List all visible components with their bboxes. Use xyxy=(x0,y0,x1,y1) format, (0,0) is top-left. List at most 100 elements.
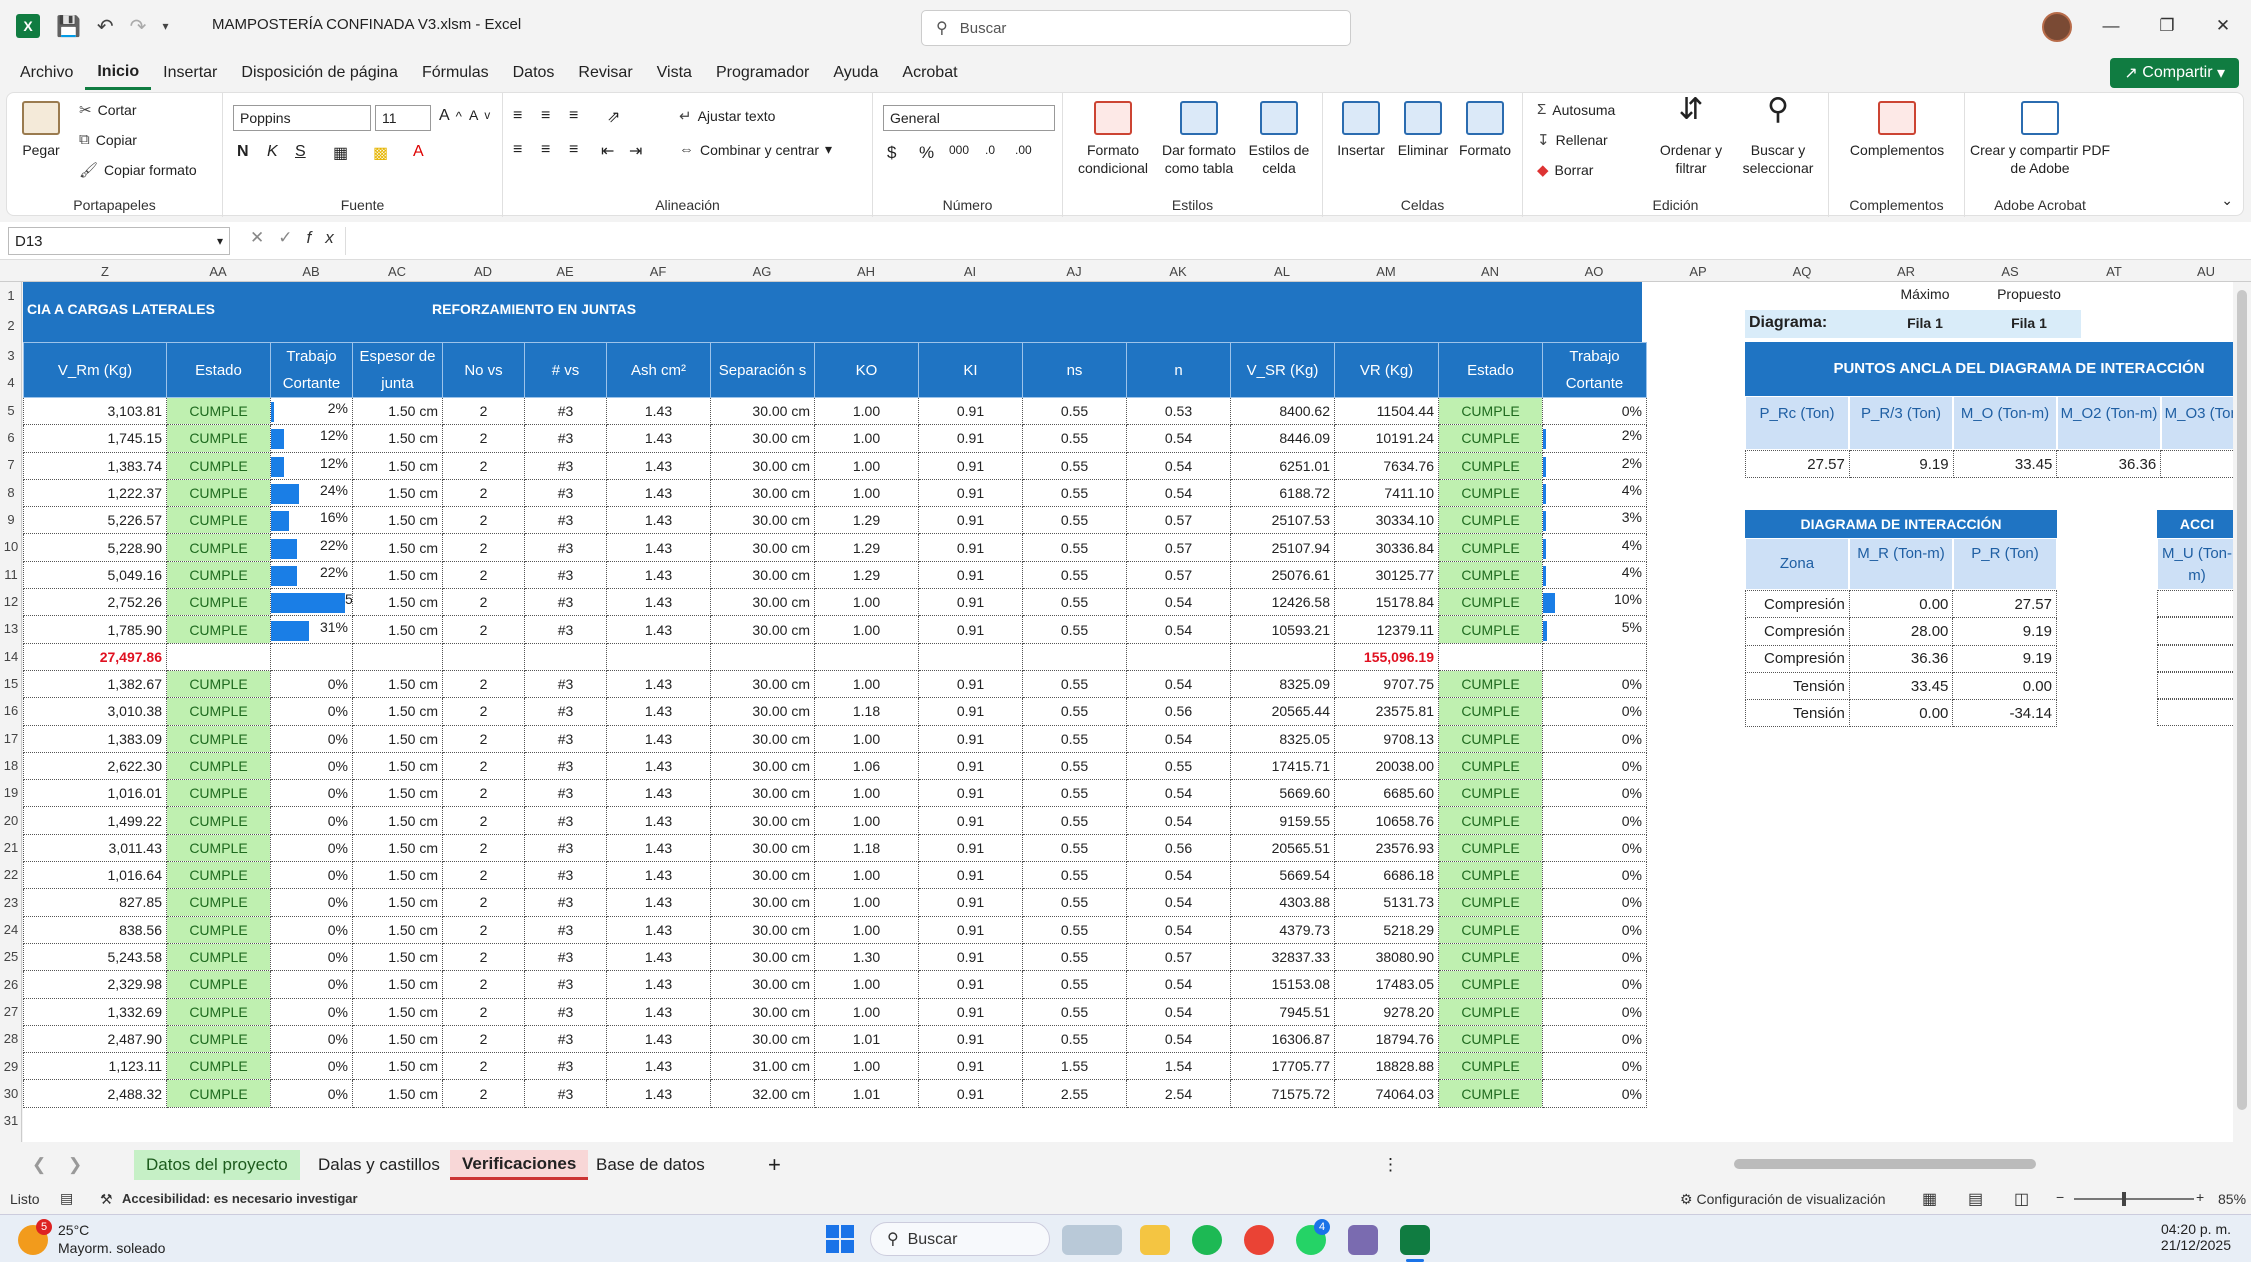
value-cell[interactable]: 0.55 xyxy=(1022,697,1127,726)
value-cell[interactable]: 2 xyxy=(442,424,525,453)
value-cell[interactable]: 5,243.58 xyxy=(23,942,167,972)
wrap-text-button[interactable]: ↵ Ajustar texto xyxy=(679,107,775,125)
value-cell[interactable]: 2 xyxy=(442,615,525,644)
conditional-format-button[interactable]: Formato condicional xyxy=(1073,101,1153,177)
trabajo-cortante-cell[interactable]: 0% xyxy=(270,1079,353,1108)
value-cell[interactable]: 0.91 xyxy=(918,1052,1023,1081)
measure-cell[interactable]: 30.00 cm xyxy=(710,588,815,617)
sheet-tab-base[interactable]: Base de datos xyxy=(584,1150,717,1180)
measure-cell[interactable]: 30.00 cm xyxy=(710,970,815,999)
zoom-slider[interactable] xyxy=(2074,1192,2194,1206)
value-cell[interactable]: 1,382.67 xyxy=(23,669,167,699)
value-cell[interactable]: 0.55 xyxy=(1022,478,1127,508)
row-header[interactable]: 26 xyxy=(0,977,22,992)
col-header[interactable]: AH xyxy=(814,264,918,279)
row-header[interactable]: 22 xyxy=(0,867,22,882)
value-cell[interactable]: 4303.88 xyxy=(1230,888,1335,917)
increase-decimal-icon[interactable]: .0 xyxy=(985,143,995,157)
col-header[interactable]: AF xyxy=(606,264,710,279)
normal-view-icon[interactable]: ▦ xyxy=(1922,1189,1937,1209)
currency-icon[interactable]: $ xyxy=(887,143,896,163)
value-cell[interactable]: 1.00 xyxy=(814,478,919,508)
increase-indent-icon[interactable]: ⇥ xyxy=(629,141,642,161)
estado-cell[interactable]: CUMPLE xyxy=(1438,942,1543,972)
value-cell[interactable]: 1.29 xyxy=(814,560,919,590)
measure-cell[interactable]: 1.50 cm xyxy=(352,806,443,835)
close-button[interactable]: ✕ xyxy=(2195,0,2251,52)
value-cell[interactable]: 1.00 xyxy=(814,724,919,753)
value-cell[interactable]: 1.00 xyxy=(814,396,919,426)
row-header[interactable]: 1 xyxy=(0,288,22,303)
row-header[interactable]: 24 xyxy=(0,922,22,937)
value-cell[interactable]: 12379.11 xyxy=(1334,615,1439,644)
value-cell[interactable]: #3 xyxy=(524,533,607,562)
value-cell[interactable]: 25107.94 xyxy=(1230,533,1335,562)
col-header[interactable]: AI xyxy=(918,264,1022,279)
diagram-cell[interactable]: Tensión xyxy=(1745,671,1850,701)
value-cell[interactable]: 0.91 xyxy=(918,560,1023,590)
paste-button[interactable]: Pegar xyxy=(19,101,63,159)
value-cell[interactable]: 1.43 xyxy=(606,506,711,535)
value-cell[interactable]: 0.56 xyxy=(1126,697,1231,726)
align-top-icon[interactable]: ≡ xyxy=(513,107,522,125)
value-cell[interactable]: 1.54 xyxy=(1126,1052,1231,1081)
measure-cell[interactable]: 30.00 cm xyxy=(710,861,815,890)
col-header[interactable]: AU xyxy=(2166,264,2246,279)
tab-ayuda[interactable]: Ayuda xyxy=(821,56,890,90)
value-cell[interactable]: 0.54 xyxy=(1126,451,1231,480)
diagram-cell[interactable]: 0.00 xyxy=(1848,699,1954,728)
estado-cell[interactable]: CUMPLE xyxy=(1438,396,1543,426)
estado-cell[interactable]: CUMPLE xyxy=(1438,615,1543,644)
value-cell[interactable]: #3 xyxy=(524,970,607,999)
insert-cells-button[interactable]: Insertar xyxy=(1331,101,1391,159)
value-cell[interactable]: #3 xyxy=(524,861,607,890)
value-cell[interactable]: 8446.09 xyxy=(1230,424,1335,453)
value-cell[interactable]: 1.06 xyxy=(814,751,919,781)
estado-cell[interactable]: CUMPLE xyxy=(1438,697,1543,726)
value-cell[interactable]: #3 xyxy=(524,396,607,426)
measure-cell[interactable]: 30.00 cm xyxy=(710,779,815,808)
value-cell[interactable]: 8325.09 xyxy=(1230,669,1335,699)
value-cell[interactable]: 1.43 xyxy=(606,396,711,426)
row-header[interactable]: 28 xyxy=(0,1031,22,1046)
value-cell[interactable]: 18794.76 xyxy=(1334,1024,1439,1054)
measure-cell[interactable]: 1.50 cm xyxy=(352,588,443,617)
font-size-select[interactable]: 11 xyxy=(375,105,431,131)
measure-cell[interactable]: 30.00 cm xyxy=(710,888,815,917)
estado-cell[interactable]: CUMPLE xyxy=(166,615,271,644)
trabajo-cortante-cell[interactable]: 10% xyxy=(1542,588,1647,617)
fila-prop-select[interactable]: Fila 1 xyxy=(1977,310,2081,338)
value-cell[interactable]: #3 xyxy=(524,833,607,863)
estado-cell[interactable]: CUMPLE xyxy=(1438,1052,1543,1081)
diagram-cell[interactable]: Compresión xyxy=(1745,644,1850,673)
value-cell[interactable]: 6188.72 xyxy=(1230,478,1335,508)
value-cell[interactable]: 1,785.90 xyxy=(23,615,167,644)
col-header[interactable]: AE xyxy=(524,264,606,279)
value-cell[interactable]: 0.91 xyxy=(918,888,1023,917)
diagram-cell[interactable]: -34.14 xyxy=(1952,699,2057,728)
tab-vista[interactable]: Vista xyxy=(645,56,704,90)
value-cell[interactable]: 0.55 xyxy=(1022,997,1127,1026)
vertical-scrollbar[interactable] xyxy=(2233,282,2251,1142)
estado-cell[interactable]: CUMPLE xyxy=(166,669,271,699)
estado-cell[interactable]: CUMPLE xyxy=(1438,724,1543,753)
value-cell[interactable]: 1.43 xyxy=(606,1052,711,1081)
value-cell[interactable]: 0.56 xyxy=(1126,833,1231,863)
estado-cell[interactable]: CUMPLE xyxy=(1438,888,1543,917)
value-cell[interactable]: #3 xyxy=(524,779,607,808)
anchor-value-cell[interactable]: 27.57 xyxy=(1745,449,1850,479)
zoom-thumb[interactable] xyxy=(2122,1192,2126,1206)
font-color-button[interactable]: A xyxy=(413,143,424,161)
font-name-select[interactable]: Poppins xyxy=(233,105,371,131)
estado-cell[interactable]: CUMPLE xyxy=(1438,751,1543,781)
trabajo-cortante-cell[interactable]: 0% xyxy=(270,970,353,999)
value-cell[interactable]: 0.54 xyxy=(1126,861,1231,890)
value-cell[interactable]: 0.54 xyxy=(1126,888,1231,917)
value-cell[interactable]: 16306.87 xyxy=(1230,1024,1335,1054)
value-cell[interactable]: 0.91 xyxy=(918,697,1023,726)
value-cell[interactable]: 6686.18 xyxy=(1334,861,1439,890)
measure-cell[interactable]: 1.50 cm xyxy=(352,1052,443,1081)
value-cell[interactable]: #3 xyxy=(524,560,607,590)
value-cell[interactable]: 18828.88 xyxy=(1334,1052,1439,1081)
value-cell[interactable]: 0.55 xyxy=(1022,942,1127,972)
